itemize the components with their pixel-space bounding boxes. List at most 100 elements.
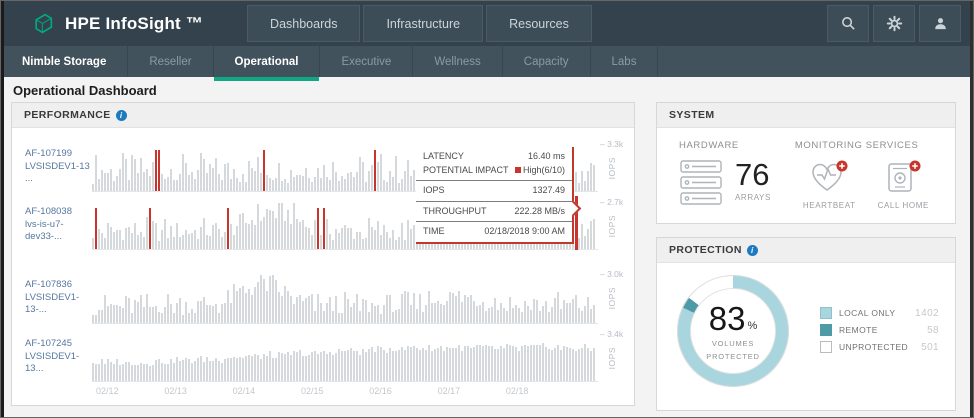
chart-bar <box>293 177 295 191</box>
chart-bar <box>284 286 286 323</box>
chart-bar <box>554 298 556 323</box>
chart-bar <box>293 351 295 382</box>
chart-bar <box>503 348 505 381</box>
chart-bar <box>341 313 343 323</box>
chart-bar <box>140 158 142 191</box>
chart-bar <box>329 180 331 191</box>
array-label[interactable]: AF-108038lvs-is-u7-dev33-... <box>12 206 92 244</box>
chart-bar <box>530 345 532 381</box>
chart-bar <box>497 349 499 381</box>
chart-bar <box>119 169 121 191</box>
chart-bar <box>98 229 100 249</box>
nav-item-infrastructure[interactable]: Infrastructure <box>363 5 483 42</box>
chart-bar <box>326 354 328 381</box>
chart-bar <box>380 154 382 191</box>
chart-bar <box>509 345 511 381</box>
tab-operational[interactable]: Operational <box>214 46 321 77</box>
chart-bar <box>398 309 400 323</box>
chart-bar <box>422 312 424 323</box>
nav-item-resources[interactable]: Resources <box>486 5 592 42</box>
nav-item-dashboards[interactable]: Dashboards <box>247 5 360 42</box>
array-label[interactable]: AF-107836LVSISDEV1-13-... <box>12 279 92 317</box>
chart-bar <box>548 349 550 381</box>
chart-bar <box>266 175 268 191</box>
settings-button[interactable] <box>873 5 915 42</box>
chart-bar <box>374 150 376 191</box>
chart-bar <box>122 153 124 191</box>
iops-sparkline[interactable] <box>92 332 598 382</box>
protection-panel: PROTECTION 83 % VOLUMES PROTECTED LOCAL … <box>656 237 956 411</box>
tab-wellness[interactable]: Wellness <box>413 46 502 77</box>
chart-bar <box>275 280 277 323</box>
array-label[interactable]: AF-107245LVSISDEV1-13... <box>12 338 92 376</box>
tab-nimble-storage[interactable]: Nimble Storage <box>1 46 128 77</box>
chart-bar <box>92 363 94 381</box>
info-icon[interactable] <box>747 245 758 256</box>
chart-bar <box>206 305 208 323</box>
x-axis-date: 02/18 <box>506 386 529 396</box>
tab-labs[interactable]: Labs <box>591 46 659 77</box>
chart-bar <box>191 233 193 249</box>
tab-capacity[interactable]: Capacity <box>503 46 591 77</box>
chart-bar <box>95 155 97 191</box>
chart-bar <box>158 150 160 191</box>
chart-bar <box>272 211 274 249</box>
y-axis-max: 2.7k <box>600 197 623 207</box>
chart-bar <box>251 295 253 323</box>
chart-bar <box>209 305 211 323</box>
chart-bar <box>260 359 262 381</box>
chart-bar <box>353 177 355 191</box>
chart-bar <box>485 311 487 323</box>
chart-bar <box>251 356 253 381</box>
time-label: TIME <box>423 225 445 239</box>
chart-bar <box>527 306 529 323</box>
chart-bar <box>407 160 409 191</box>
chart-bar <box>389 238 391 249</box>
chart-bar <box>146 169 148 191</box>
chart-bar <box>320 352 322 381</box>
y-axis-unit: IOPS <box>607 157 617 179</box>
array-count: 76 <box>735 159 771 190</box>
chart-bar <box>344 292 346 323</box>
chart-bar <box>242 286 244 323</box>
chart-bar <box>227 208 229 249</box>
chart-bar <box>140 232 142 249</box>
chart-bar <box>107 173 109 191</box>
chart-bar <box>584 306 586 323</box>
tab-reseller[interactable]: Reseller <box>128 46 213 77</box>
chart-bar <box>521 312 523 323</box>
iops-sparkline[interactable] <box>92 272 598 324</box>
chart-bar <box>515 305 517 323</box>
chart-bar <box>371 227 373 249</box>
brand[interactable]: HPE InfoSight ™ <box>31 11 203 36</box>
chart-bar <box>155 306 157 323</box>
user-button[interactable] <box>919 5 961 42</box>
time-axis: 02/1202/1302/1402/1502/1602/1702/18 <box>92 386 598 398</box>
hpe-infosight-app: HPE InfoSight ™ DashboardsInfrastructure… <box>0 0 974 418</box>
chart-bar <box>143 307 145 323</box>
chart-bar <box>305 356 307 381</box>
chart-bar <box>104 295 106 323</box>
chart-bar <box>347 350 349 381</box>
array-label[interactable]: AF-107199LVSISDEV1-13 ... <box>12 148 92 186</box>
chart-bar <box>593 165 595 191</box>
chart-bar <box>218 313 220 323</box>
chart-bar <box>227 290 229 323</box>
chart-bar <box>416 348 418 381</box>
chart-bar <box>554 348 556 381</box>
chart-bar <box>134 365 136 381</box>
chart-bar <box>488 308 490 323</box>
tab-executive[interactable]: Executive <box>320 46 413 77</box>
chart-bar <box>506 344 508 381</box>
chart-bar <box>254 354 256 381</box>
info-icon[interactable] <box>116 110 127 121</box>
chart-bar <box>143 172 145 191</box>
chart-bar <box>149 176 151 191</box>
chart-bar <box>347 173 349 191</box>
volumes-protected-donut-chart[interactable]: 83 % VOLUMES PROTECTED <box>677 275 789 387</box>
chart-bar <box>461 351 463 381</box>
chart-bar <box>413 170 415 191</box>
chart-bar <box>209 164 211 191</box>
chart-bar <box>398 237 400 249</box>
search-button[interactable] <box>827 5 869 42</box>
